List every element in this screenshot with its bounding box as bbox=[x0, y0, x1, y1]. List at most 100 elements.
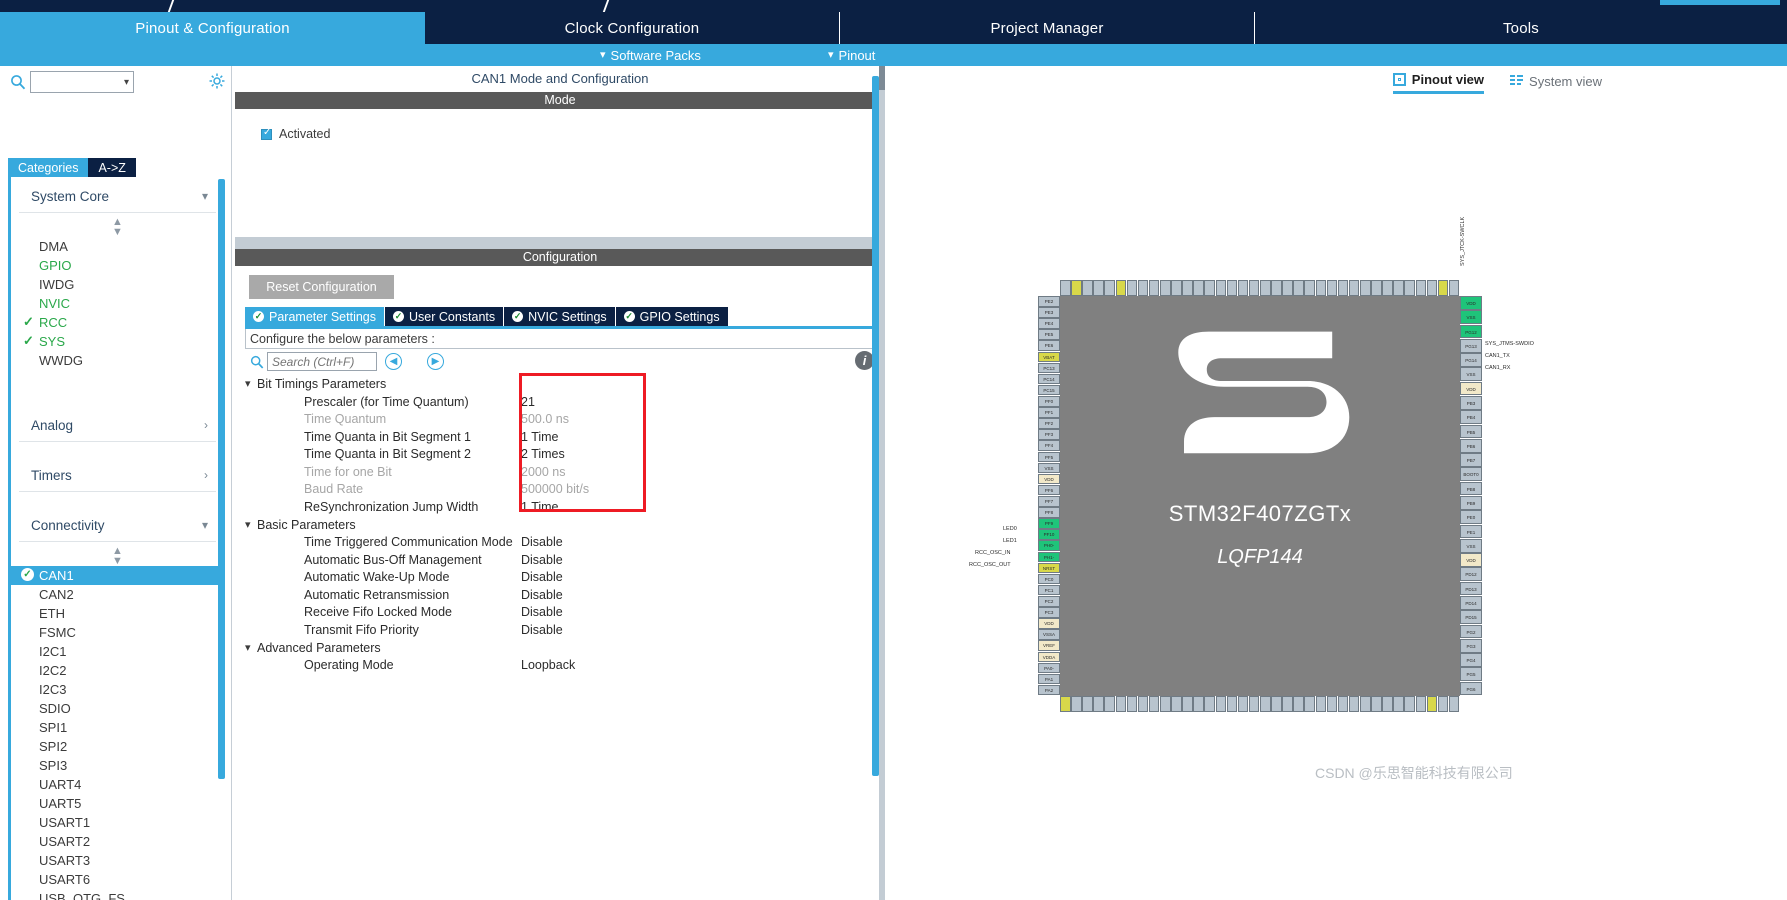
sidebar-item-iwdg[interactable]: IWDG bbox=[11, 275, 224, 294]
chip-pin-bottom-17[interactable] bbox=[1248, 696, 1260, 712]
chip-diagram[interactable]: STM32F407ZGTx LQFP144 LED0 LED1 RCC_OSC_… bbox=[885, 126, 1787, 746]
chip-pin-left-pe5[interactable]: PE5 bbox=[1038, 329, 1060, 340]
chip-pin-left-ph0[interactable]: PH0- bbox=[1038, 540, 1060, 551]
chip-pin-top-1[interactable] bbox=[1071, 280, 1082, 296]
chip-pin-top-32[interactable] bbox=[1415, 280, 1427, 296]
sidebar-item-sys[interactable]: ✓ SYS bbox=[11, 332, 224, 351]
chip-pin-left-pe3[interactable]: PE3 bbox=[1038, 307, 1060, 318]
chip-pin-bottom-22[interactable] bbox=[1304, 696, 1315, 712]
sidebar-search-combo[interactable]: ▾ bbox=[30, 71, 134, 93]
chip-pin-left-pe4[interactable]: PE4 bbox=[1038, 318, 1060, 329]
sidebar-item-spi2[interactable]: SPI2 bbox=[11, 737, 224, 756]
sidebar-item-i2c2[interactable]: I2C2 bbox=[11, 661, 224, 680]
chip-pin-bottom-5[interactable] bbox=[1115, 696, 1127, 712]
sidebar-item-i2c1[interactable]: I2C1 bbox=[11, 642, 224, 661]
sidebar-item-gpio[interactable]: GPIO bbox=[11, 256, 224, 275]
chip-pin-left-pe6[interactable]: PE6 bbox=[1038, 340, 1060, 351]
chip-pin-top-18[interactable] bbox=[1260, 280, 1271, 296]
chip-pin-bottom-34[interactable] bbox=[1437, 696, 1449, 712]
param-row-receive-fifo-locked[interactable]: Receive Fifo Locked Mode Disable bbox=[245, 604, 893, 622]
chip-pin-top-7[interactable] bbox=[1137, 280, 1149, 296]
chip-pin-left-pf0[interactable]: PF0 bbox=[1038, 396, 1060, 407]
chip-pin-right-pe1[interactable]: PE1 bbox=[1460, 524, 1482, 539]
tab-pinout-view[interactable]: Pinout view bbox=[1392, 72, 1485, 94]
chip-pin-left-ph1[interactable]: PH1- bbox=[1038, 551, 1060, 563]
chip-pin-top-25[interactable] bbox=[1337, 280, 1349, 296]
chip-pin-left-vref[interactable]: VREF bbox=[1038, 640, 1060, 651]
chip-pin-right-pb8[interactable]: PB8 bbox=[1460, 481, 1482, 496]
sidebar-item-usart6[interactable]: USART6 bbox=[11, 870, 224, 889]
chip-pin-bottom-12[interactable] bbox=[1193, 696, 1204, 712]
chip-pin-bottom-33[interactable] bbox=[1426, 696, 1438, 712]
chip-pin-left-pf2[interactable]: PF2 bbox=[1038, 418, 1060, 429]
chip-pin-bottom-9[interactable] bbox=[1160, 696, 1171, 712]
chip-pin-top-35[interactable] bbox=[1448, 280, 1460, 296]
chip-pin-top-13[interactable] bbox=[1204, 280, 1215, 296]
chip-pin-left-pf1[interactable]: PF1 bbox=[1038, 407, 1060, 418]
chip-pin-right-vss[interactable]: VSS bbox=[1460, 310, 1482, 324]
chip-pin-left-pe2[interactable]: PE2 bbox=[1038, 296, 1060, 307]
sidebar-item-usart1[interactable]: USART1 bbox=[11, 813, 224, 832]
tab-tools[interactable]: Tools bbox=[1255, 12, 1787, 44]
tab-nvic-settings[interactable]: ✓ NVIC Settings bbox=[504, 307, 616, 326]
sidebar-item-spi1[interactable]: SPI1 bbox=[11, 718, 224, 737]
chip-pin-top-24[interactable] bbox=[1326, 280, 1338, 296]
param-row-operating-mode[interactable]: Operating Mode Loopback bbox=[245, 657, 893, 675]
chip-pin-top-6[interactable] bbox=[1126, 280, 1138, 296]
chip-pin-top-12[interactable] bbox=[1193, 280, 1204, 296]
chip-pin-top-22[interactable] bbox=[1304, 280, 1315, 296]
chip-pin-right-pg5[interactable]: PG5 bbox=[1460, 667, 1482, 682]
group-connectivity[interactable]: Connectivity ▾ bbox=[19, 506, 216, 542]
sidebar-item-spi3[interactable]: SPI3 bbox=[11, 756, 224, 775]
scroll-spinner-system-core[interactable]: ▲ ▼ bbox=[11, 217, 224, 238]
chip-pin-bottom-35[interactable] bbox=[1448, 696, 1460, 712]
parameter-search-input[interactable] bbox=[267, 352, 377, 371]
tab-gpio-settings[interactable]: ✓ GPIO Settings bbox=[615, 307, 729, 326]
param-group-advanced[interactable]: ▾ Advanced Parameters bbox=[245, 639, 893, 657]
chip-pin-bottom-28[interactable] bbox=[1371, 696, 1382, 712]
chip-pin-left-pf3[interactable]: PF3 bbox=[1038, 429, 1060, 440]
tab-categories[interactable]: Categories bbox=[8, 158, 89, 177]
tab-a-to-z[interactable]: A->Z bbox=[88, 158, 136, 177]
chip-pin-left-vdd[interactable]: VDD bbox=[1038, 618, 1060, 629]
chip-pin-left-pf7[interactable]: PF7 bbox=[1038, 496, 1060, 507]
chip-pin-bottom-27[interactable] bbox=[1360, 696, 1371, 712]
chip-pin-top-11[interactable] bbox=[1182, 280, 1193, 296]
chip-pin-left-pc2[interactable]: PC2 bbox=[1038, 596, 1060, 607]
chip-pin-left-vdda[interactable]: VDDA bbox=[1038, 651, 1060, 663]
chip-pin-left-pc15[interactable]: PC15 bbox=[1038, 384, 1060, 396]
param-row-time-triggered-comm[interactable]: Time Triggered Communication Mode Disabl… bbox=[245, 534, 893, 552]
chip-pin-top-3[interactable] bbox=[1093, 280, 1104, 296]
chip-pin-right-vss[interactable]: VSS bbox=[1460, 367, 1482, 382]
chip-pin-left-pf5[interactable]: PF5 bbox=[1038, 451, 1060, 463]
group-timers[interactable]: Timers › bbox=[19, 456, 216, 492]
chip-pin-left-vssa[interactable]: VSSA bbox=[1038, 629, 1060, 640]
sidebar-item-uart4[interactable]: UART4 bbox=[11, 775, 224, 794]
chip-pin-bottom-26[interactable] bbox=[1348, 696, 1360, 712]
chip-pin-top-30[interactable] bbox=[1393, 280, 1404, 296]
chip-pin-bottom-23[interactable] bbox=[1315, 696, 1327, 712]
chip-pin-left-vbat[interactable]: VBAT bbox=[1038, 351, 1060, 363]
chip-pin-left-vdd[interactable]: VDD bbox=[1038, 473, 1060, 485]
chip-pin-bottom-2[interactable] bbox=[1082, 696, 1093, 712]
chip-pin-top-28[interactable] bbox=[1371, 280, 1382, 296]
chip-pin-top-9[interactable] bbox=[1160, 280, 1171, 296]
chip-pin-bottom-8[interactable] bbox=[1148, 696, 1160, 712]
tab-pinout-configuration[interactable]: Pinout & Configuration bbox=[0, 12, 425, 44]
chip-pin-right-pg13[interactable]: PG13 bbox=[1460, 338, 1482, 353]
chip-pin-top-23[interactable] bbox=[1315, 280, 1327, 296]
center-scrollbar[interactable] bbox=[872, 76, 879, 776]
chip-pin-bottom-3[interactable] bbox=[1093, 696, 1104, 712]
chip-pin-bottom-7[interactable] bbox=[1137, 696, 1149, 712]
chip-pin-top-27[interactable] bbox=[1360, 280, 1371, 296]
sidebar-item-usart2[interactable]: USART2 bbox=[11, 832, 224, 851]
chip-pin-bottom-25[interactable] bbox=[1337, 696, 1349, 712]
chip-pin-left-pf6[interactable]: PF6 bbox=[1038, 484, 1060, 496]
tab-user-constants[interactable]: ✓ User Constants bbox=[385, 307, 505, 326]
reset-configuration-button[interactable]: Reset Configuration bbox=[249, 275, 394, 299]
chip-pin-left-pc0[interactable]: PC0 bbox=[1038, 573, 1060, 585]
chip-pin-bottom-31[interactable] bbox=[1404, 696, 1415, 712]
chip-pin-bottom-10[interactable] bbox=[1171, 696, 1182, 712]
param-row-resync-jump-width[interactable]: ReSynchronization Jump Width 1 Time bbox=[245, 498, 893, 516]
pinout-menu[interactable]: ▾ Pinout bbox=[828, 44, 875, 66]
